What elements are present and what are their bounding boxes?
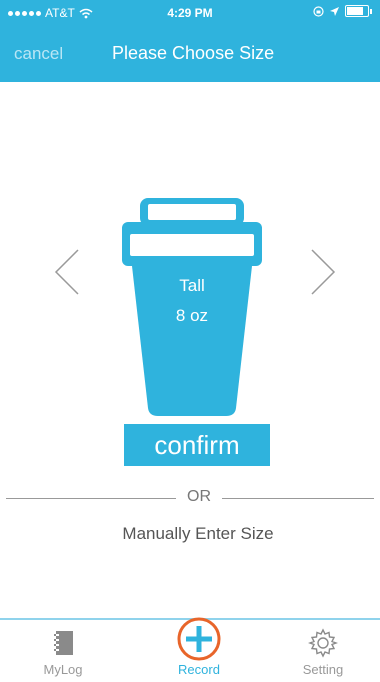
page-title: Please Choose Size	[112, 43, 275, 63]
cup-size-volume: 8 oz	[175, 306, 209, 325]
tab-bar: MyLog Record Setting	[0, 617, 380, 682]
rotation-lock-icon	[313, 5, 324, 17]
manual-enter-size-button[interactable]: Manually Enter Size	[0, 524, 380, 544]
tab-label-setting: Setting	[302, 662, 344, 677]
tab-mylog[interactable]: MyLog	[18, 620, 108, 680]
next-size-chevron-icon[interactable]	[308, 248, 338, 296]
cancel-button[interactable]: cancel	[14, 44, 63, 64]
gear-icon	[308, 628, 338, 658]
confirm-button[interactable]: confirm	[124, 424, 270, 466]
divider-left	[6, 498, 176, 499]
tab-setting[interactable]: Setting	[278, 620, 368, 680]
tab-label-mylog: MyLog	[43, 662, 83, 677]
header-bar: AT&T 4:29 PM cancel Please Choose Size	[0, 0, 380, 82]
tab-record[interactable]: Record	[154, 617, 244, 680]
or-separator: OR	[187, 488, 211, 505]
status-indicators	[313, 5, 372, 17]
tab-label-record: Record	[178, 662, 220, 677]
notebook-icon	[54, 631, 73, 655]
divider-right	[222, 498, 374, 499]
location-icon	[330, 6, 339, 16]
plus-circle-icon	[177, 617, 221, 661]
battery-icon	[345, 5, 369, 17]
status-bar: AT&T 4:29 PM	[0, 0, 380, 24]
